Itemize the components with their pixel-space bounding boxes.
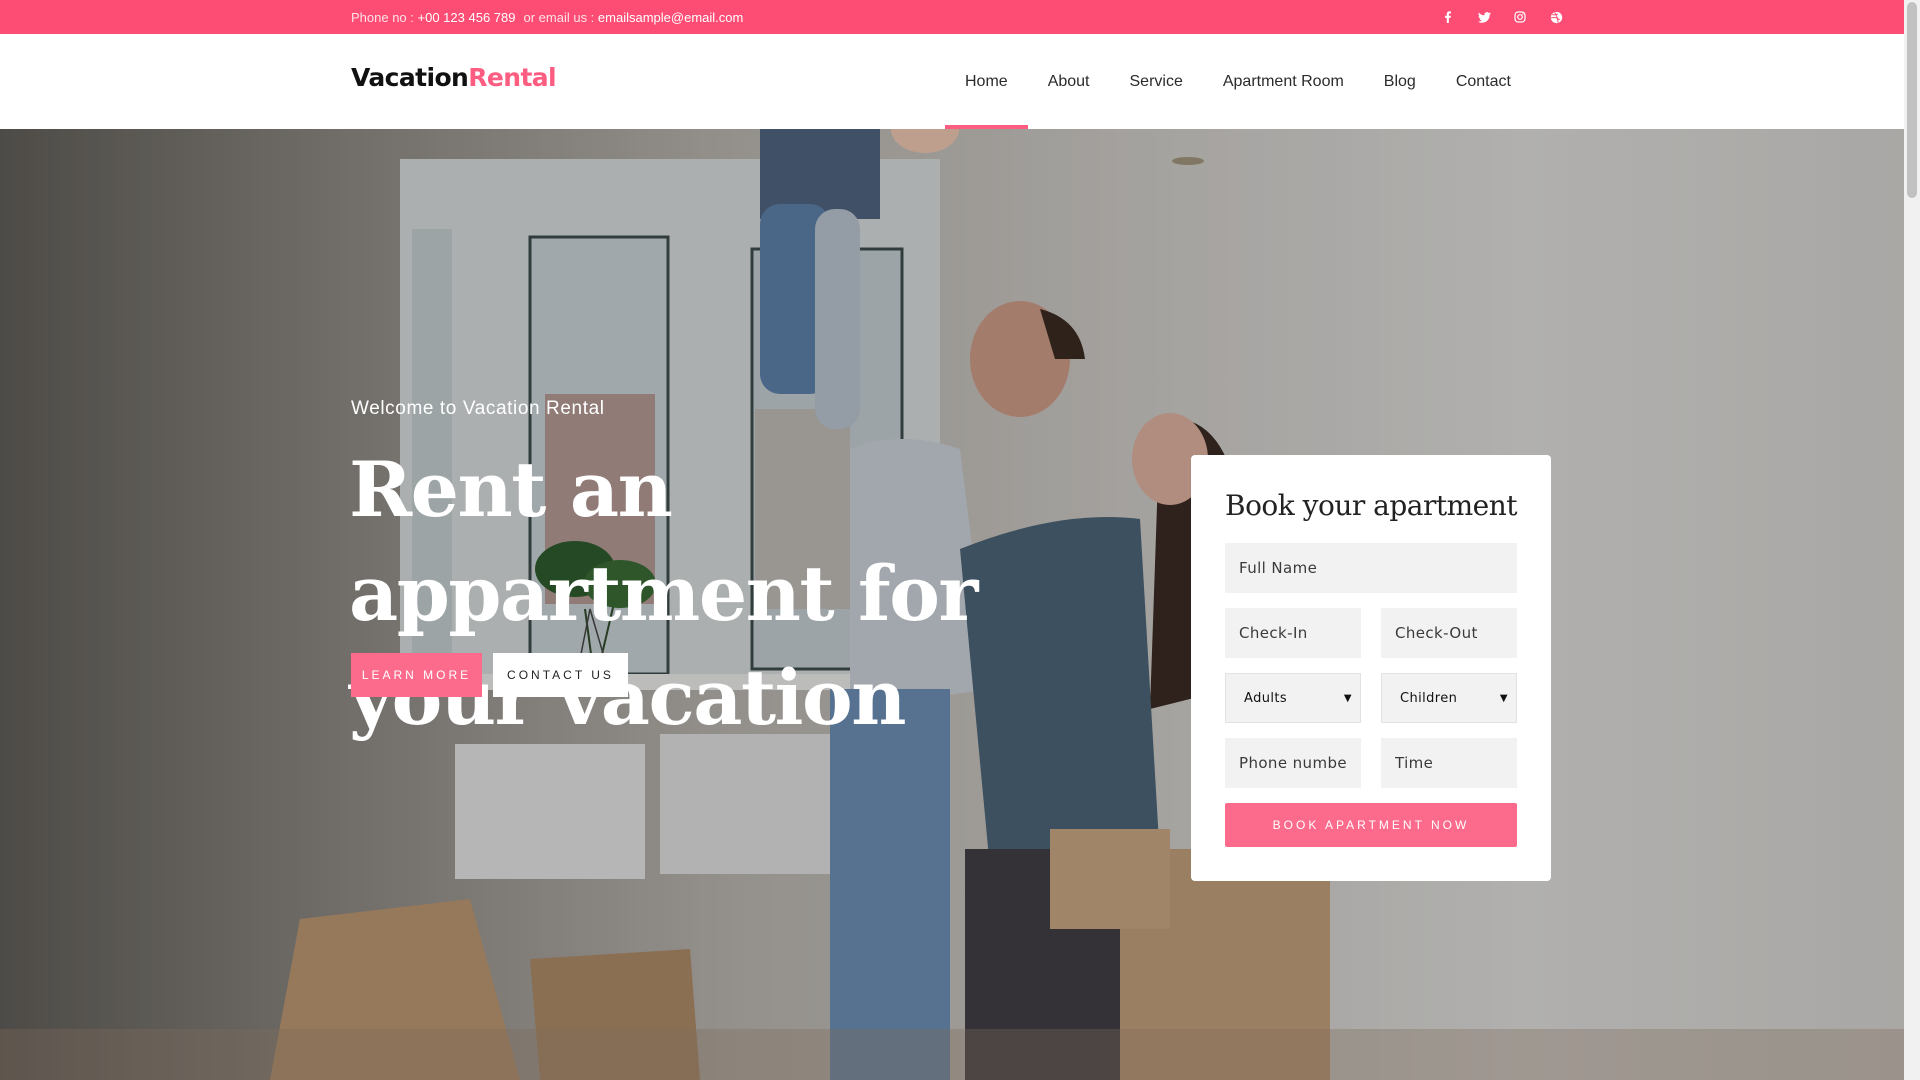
facebook-icon[interactable] xyxy=(1430,0,1466,34)
children-select-value: Children xyxy=(1400,690,1458,706)
learn-more-button[interactable]: LEARN MORE xyxy=(351,653,482,697)
adults-select[interactable]: Adults ▼ xyxy=(1225,673,1361,723)
instagram-icon[interactable] xyxy=(1502,0,1538,34)
scrollbar-thumb[interactable] xyxy=(1907,2,1917,198)
check-in-field[interactable] xyxy=(1225,608,1361,658)
full-name-field[interactable] xyxy=(1225,543,1517,593)
nav-item-about[interactable]: About xyxy=(1028,34,1110,129)
adults-select-value: Adults xyxy=(1244,690,1288,706)
twitter-icon[interactable] xyxy=(1466,0,1502,34)
chevron-down-icon: ▼ xyxy=(1343,692,1352,704)
nav-item-apartment-room[interactable]: Apartment Room xyxy=(1203,34,1364,129)
phone-label: Phone no : xyxy=(351,9,414,25)
email-label: or email us : xyxy=(523,9,595,25)
contact-info: Phone no : +00 123 456 789 or email us : … xyxy=(351,0,743,34)
phone-number-field[interactable] xyxy=(1225,738,1361,788)
nav-item-contact[interactable]: Contact xyxy=(1436,34,1531,129)
logo-text-vacation: Vacation xyxy=(351,63,469,92)
site-header: VacationRental Home About Service Apartm… xyxy=(0,34,1904,129)
time-field[interactable] xyxy=(1381,738,1517,788)
nav-item-service[interactable]: Service xyxy=(1110,34,1203,129)
main-nav: Home About Service Apartment Room Blog C… xyxy=(945,34,1531,129)
logo-text-rental: Rental xyxy=(468,63,557,92)
top-bar: Phone no : +00 123 456 789 or email us : … xyxy=(0,0,1904,34)
nav-item-blog[interactable]: Blog xyxy=(1364,34,1436,129)
chevron-down-icon: ▼ xyxy=(1499,692,1508,704)
booking-card: Book your apartment Adults ▼ Children ▼ … xyxy=(1191,455,1551,881)
children-select[interactable]: Children ▼ xyxy=(1381,673,1517,723)
nav-item-home[interactable]: Home xyxy=(945,34,1028,129)
email-address[interactable]: emailsample@email.com xyxy=(598,10,743,25)
phone-number[interactable]: +00 123 456 789 xyxy=(418,10,516,25)
hero-headline: Rent an appartment for your vacation xyxy=(349,445,978,742)
page-scrollbar[interactable] xyxy=(1904,0,1920,1080)
social-links xyxy=(1430,0,1574,34)
booking-title: Book your apartment xyxy=(1225,489,1518,522)
contact-us-button[interactable]: CONTACT US xyxy=(493,653,628,697)
site-logo[interactable]: VacationRental xyxy=(351,63,557,92)
check-out-field[interactable] xyxy=(1381,608,1517,658)
hero-welcome: Welcome to Vacation Rental xyxy=(351,398,605,419)
book-apartment-button[interactable]: BOOK APARTMENT NOW xyxy=(1225,803,1517,847)
dribbble-icon[interactable] xyxy=(1538,0,1574,34)
